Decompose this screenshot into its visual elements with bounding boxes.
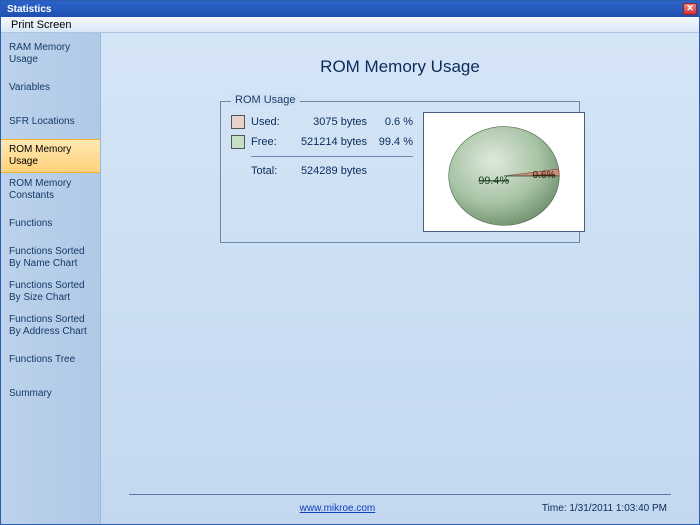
sidebar-item-functions[interactable]: Functions [1, 207, 100, 241]
footer-link[interactable]: www.mikroe.com [300, 503, 376, 514]
used-row: Used: 3075 bytes 0.6 % [231, 112, 413, 132]
sidebar-item-summary[interactable]: Summary [1, 377, 100, 411]
sidebar-item-functions-sorted-by-name-chart[interactable]: Functions Sorted By Name Chart [1, 241, 100, 275]
footer: www.mikroe.com Time: 1/31/2011 1:03:40 P… [129, 501, 671, 520]
menubar: Print Screen [1, 17, 699, 33]
pie-chart-svg: 99.4% 0.6% [424, 112, 584, 232]
used-bytes: 3075 bytes [291, 116, 367, 128]
menu-print-screen[interactable]: Print Screen [5, 18, 78, 32]
sidebar-item-functions-sorted-by-size-chart[interactable]: Functions Sorted By Size Chart [1, 275, 100, 309]
window-body: RAM Memory Usage Variables SFR Locations… [1, 33, 699, 524]
sidebar-item-functions-tree[interactable]: Functions Tree [1, 343, 100, 377]
stats-divider [251, 156, 413, 157]
page-title: ROM Memory Usage [129, 57, 671, 77]
sidebar-item-ram-memory-usage[interactable]: RAM Memory Usage [1, 37, 100, 71]
pie-used-label: 0.6% [533, 170, 556, 181]
sidebar-item-variables[interactable]: Variables [1, 71, 100, 105]
footer-time: Time: 1/31/2011 1:03:40 PM [542, 503, 667, 514]
groupbox-label: ROM Usage [231, 94, 300, 106]
used-percent: 0.6 % [373, 116, 413, 128]
free-swatch-icon [231, 135, 245, 149]
statistics-window: Statistics ✕ Print Screen RAM Memory Usa… [0, 0, 700, 525]
sidebar-item-rom-memory-constants[interactable]: ROM Memory Constants [1, 173, 100, 207]
sidebar: RAM Memory Usage Variables SFR Locations… [1, 33, 101, 524]
sidebar-item-sfr-locations[interactable]: SFR Locations [1, 105, 100, 139]
total-bytes: 524289 bytes [291, 165, 367, 177]
titlebar: Statistics ✕ [1, 1, 699, 17]
footer-divider [129, 494, 671, 495]
groupbox-content: Used: 3075 bytes 0.6 % Free: 521214 byte… [231, 112, 569, 232]
total-row: Total: 524289 bytes [231, 161, 413, 181]
free-label: Free: [251, 136, 285, 148]
pie-chart: 99.4% 0.6% [423, 112, 585, 232]
window-title: Statistics [7, 4, 51, 15]
rom-usage-groupbox: ROM Usage Used: 3075 bytes 0.6 % Free: 5 [220, 101, 580, 243]
main-content: ROM Memory Usage ROM Usage Used: 3075 by… [101, 33, 699, 524]
usage-stats: Used: 3075 bytes 0.6 % Free: 521214 byte… [231, 112, 413, 181]
pie-free-label: 99.4% [478, 175, 509, 187]
used-label: Used: [251, 116, 285, 128]
used-swatch-icon [231, 115, 245, 129]
free-bytes: 521214 bytes [291, 136, 367, 148]
close-button[interactable]: ✕ [683, 3, 697, 15]
sidebar-item-functions-sorted-by-address-chart[interactable]: Functions Sorted By Address Chart [1, 309, 100, 343]
free-row: Free: 521214 bytes 99.4 % [231, 132, 413, 152]
free-percent: 99.4 % [373, 136, 413, 148]
total-label: Total: [251, 165, 285, 177]
sidebar-item-rom-memory-usage[interactable]: ROM Memory Usage [1, 139, 100, 173]
